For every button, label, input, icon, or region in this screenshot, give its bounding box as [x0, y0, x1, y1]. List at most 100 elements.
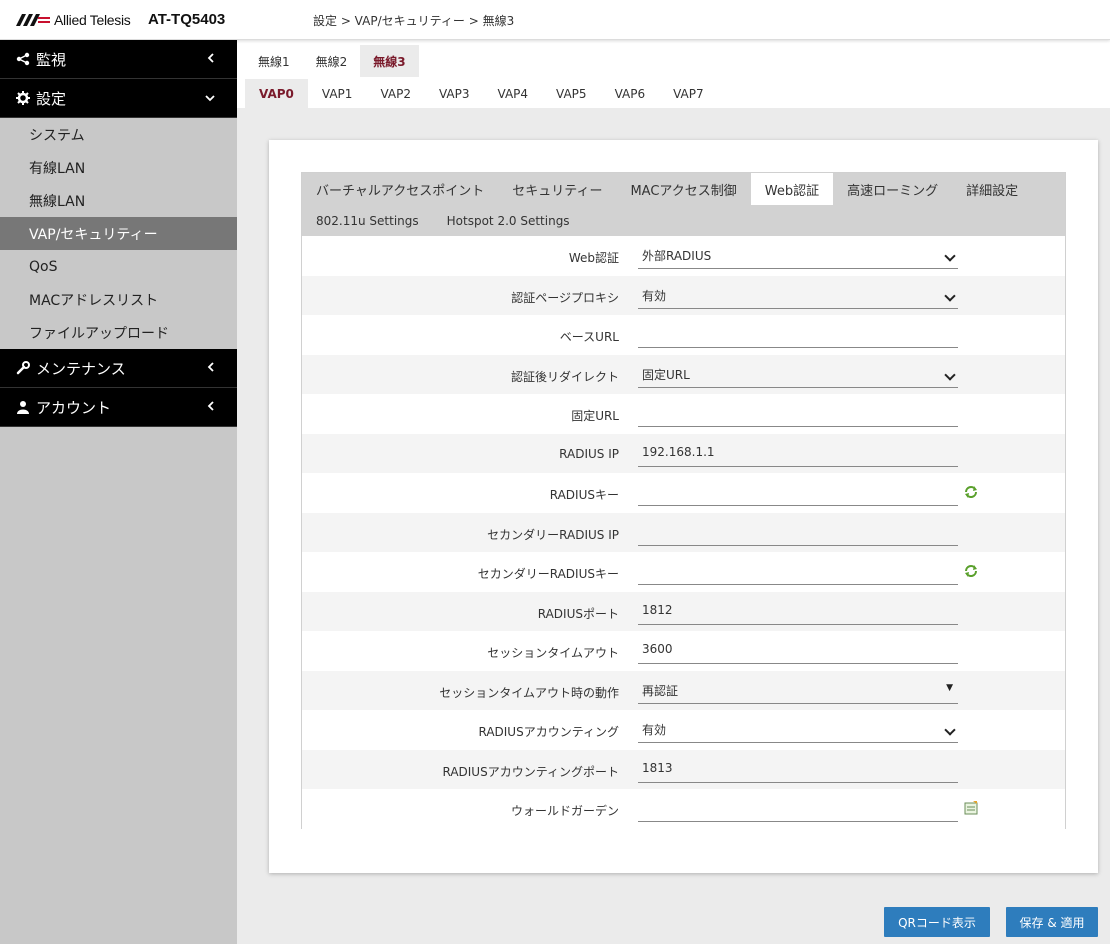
sidebar: 監視 設定 システム 有線LAN 無線LAN VAP/セキュリティー QoS M… [0, 40, 237, 944]
radius-key-input[interactable] [638, 480, 958, 506]
web-auth-form: Web認証 外部RADIUS 認証ページプロキシ 有効 ベースURL 認証後リダ… [302, 236, 1065, 829]
form-row-radius-ip: RADIUS IP 192.168.1.1 [302, 433, 1065, 473]
tab-vap1[interactable]: VAP1 [308, 79, 367, 108]
form-row-secondary-radius-key: セカンダリーRADIUSキー [302, 552, 1065, 592]
form-row-walled-garden: ウォールドガーデン [302, 789, 1065, 829]
radius-port-label: RADIUSポート [537, 606, 619, 621]
tab-vap7[interactable]: VAP7 [659, 79, 718, 108]
gear-icon [14, 91, 32, 105]
tab-vap0[interactable]: VAP0 [245, 79, 308, 108]
brand-name: Allied Telesis [54, 12, 131, 28]
session-timeout-label: セッションタイムアウト [487, 646, 619, 660]
secondary-radius-key-input[interactable] [638, 559, 958, 585]
web-auth-select[interactable]: 外部RADIUS [638, 243, 958, 269]
base-url-input[interactable] [638, 322, 958, 348]
tab-vap5[interactable]: VAP5 [542, 79, 601, 108]
nav-account[interactable]: アカウント [0, 388, 237, 427]
allied-telesis-logo-icon [16, 14, 50, 26]
tab-vap3[interactable]: VAP3 [425, 79, 484, 108]
tab-vap2[interactable]: VAP2 [366, 79, 425, 108]
chevron-left-icon [207, 400, 215, 414]
post-auth-redirect-select[interactable]: 固定URL [638, 362, 958, 388]
session-timeout-input[interactable]: 3600 [638, 638, 958, 664]
sidebar-item-qos[interactable]: QoS [0, 250, 237, 283]
form-row-radius-accounting-port: RADIUSアカウンティングポート 1813 [302, 749, 1065, 789]
form-row-radius-port: RADIUSポート 1812 [302, 591, 1065, 631]
sidebar-item-vap-security[interactable]: VAP/セキュリティー [0, 217, 237, 250]
brand-logo[interactable]: Allied Telesis [16, 11, 131, 29]
form-row-web-auth: Web認証 外部RADIUS [302, 236, 1065, 276]
tab-vap6[interactable]: VAP6 [601, 79, 660, 108]
form-row-auth-page-proxy: 認証ページプロキシ 有効 [302, 275, 1065, 315]
tab-radio2[interactable]: 無線2 [303, 45, 361, 77]
nav-maintenance-label: メンテナンス [36, 359, 126, 378]
device-model: AT-TQ5403 [148, 11, 226, 28]
form-row-radius-key: RADIUSキー [302, 473, 1065, 513]
tab-web-auth[interactable]: Web認証 [750, 173, 834, 205]
refresh-icon[interactable] [964, 485, 978, 499]
settings-panel: バーチャルアクセスポイント セキュリティー MACアクセス制御 Web認証 高速… [301, 172, 1066, 829]
chevron-down-icon [205, 91, 215, 105]
edit-list-icon[interactable] [964, 801, 978, 815]
secondary-radius-key-label: セカンダリーRADIUSキー [477, 567, 619, 581]
radio-tabs: 無線1 無線2 無線3 [245, 45, 419, 77]
walled-garden-input[interactable] [638, 796, 958, 822]
nav-settings[interactable]: 設定 [0, 79, 237, 118]
tab-80211u-settings[interactable]: 802.11u Settings [302, 205, 433, 236]
wrench-icon [14, 361, 32, 375]
web-auth-label: Web認証 [568, 251, 619, 265]
secondary-radius-ip-label: セカンダリーRADIUS IP [487, 527, 619, 542]
chevron-left-icon [207, 52, 215, 66]
base-url-label: ベースURL [559, 330, 619, 344]
tab-hotspot20-settings[interactable]: Hotspot 2.0 Settings [433, 205, 584, 236]
auth-page-proxy-select[interactable]: 有効 [638, 283, 958, 309]
nav-monitor[interactable]: 監視 [0, 40, 237, 79]
nav-monitor-label: 監視 [36, 50, 67, 69]
radius-accounting-label: RADIUSアカウンティング [478, 725, 619, 739]
form-row-secondary-radius-ip: セカンダリーRADIUS IP [302, 512, 1065, 552]
form-row-base-url: ベースURL [302, 315, 1065, 355]
tab-virtual-access-point[interactable]: バーチャルアクセスポイント [302, 173, 498, 205]
sidebar-item-system[interactable]: システム [0, 118, 237, 151]
breadcrumb: 設定 > VAP/セキュリティー > 無線3 [313, 14, 515, 28]
sidebar-item-wireless-lan[interactable]: 無線LAN [0, 184, 237, 217]
post-auth-redirect-label: 認証後リダイレクト [510, 369, 619, 384]
tab-fast-roaming[interactable]: 高速ローミング [833, 173, 952, 205]
chevron-left-icon [207, 361, 215, 375]
tab-radio3[interactable]: 無線3 [360, 45, 419, 77]
tab-vap4[interactable]: VAP4 [484, 79, 543, 108]
radius-ip-input[interactable]: 192.168.1.1 [638, 441, 958, 467]
fixed-url-label: 固定URL [571, 409, 619, 423]
refresh-icon[interactable] [964, 564, 978, 578]
radius-ip-label: RADIUS IP [559, 446, 619, 461]
show-qr-code-button[interactable]: QRコード表示 [884, 907, 990, 937]
tab-advanced-settings[interactable]: 詳細設定 [952, 173, 1032, 205]
form-row-fixed-url: 固定URL [302, 394, 1065, 434]
fixed-url-input[interactable] [638, 401, 958, 427]
save-apply-button[interactable]: 保存 & 適用 [1006, 907, 1098, 937]
session-timeout-action-select[interactable]: 再認証 [638, 678, 958, 704]
tab-mac-access-control[interactable]: MACアクセス制御 [616, 173, 750, 205]
radius-key-label: RADIUSキー [549, 488, 619, 502]
settings-card: バーチャルアクセスポイント セキュリティー MACアクセス制御 Web認証 高速… [269, 140, 1098, 873]
form-row-radius-accounting: RADIUSアカウンティング 有効 [302, 710, 1065, 750]
sidebar-item-mac-address-list[interactable]: MACアドレスリスト [0, 283, 237, 316]
tab-area: 無線1 無線2 無線3 VAP0 VAP1 VAP2 VAP3 VAP4 VAP… [237, 40, 1110, 108]
tab-radio1[interactable]: 無線1 [245, 45, 303, 77]
nav-settings-label: 設定 [36, 89, 67, 108]
auth-page-proxy-label: 認証ページプロキシ [511, 290, 619, 305]
sidebar-item-wired-lan[interactable]: 有線LAN [0, 151, 237, 184]
nav-maintenance[interactable]: メンテナンス [0, 349, 237, 388]
form-row-post-auth-redirect: 認証後リダイレクト 固定URL [302, 354, 1065, 394]
user-icon [14, 400, 32, 414]
radius-accounting-select[interactable]: 有効 [638, 717, 958, 743]
radius-accounting-port-input[interactable]: 1813 [638, 757, 958, 783]
sidebar-item-file-upload[interactable]: ファイルアップロード [0, 316, 237, 349]
walled-garden-label: ウォールドガーデン [510, 804, 619, 818]
nav-account-label: アカウント [36, 398, 112, 417]
tab-security[interactable]: セキュリティー [498, 173, 616, 205]
form-row-session-timeout-action: セッションタイムアウト時の動作 再認証 [302, 670, 1065, 710]
radius-accounting-port-label: RADIUSアカウンティングポート [442, 764, 619, 779]
radius-port-input[interactable]: 1812 [638, 599, 958, 625]
secondary-radius-ip-input[interactable] [638, 520, 958, 546]
